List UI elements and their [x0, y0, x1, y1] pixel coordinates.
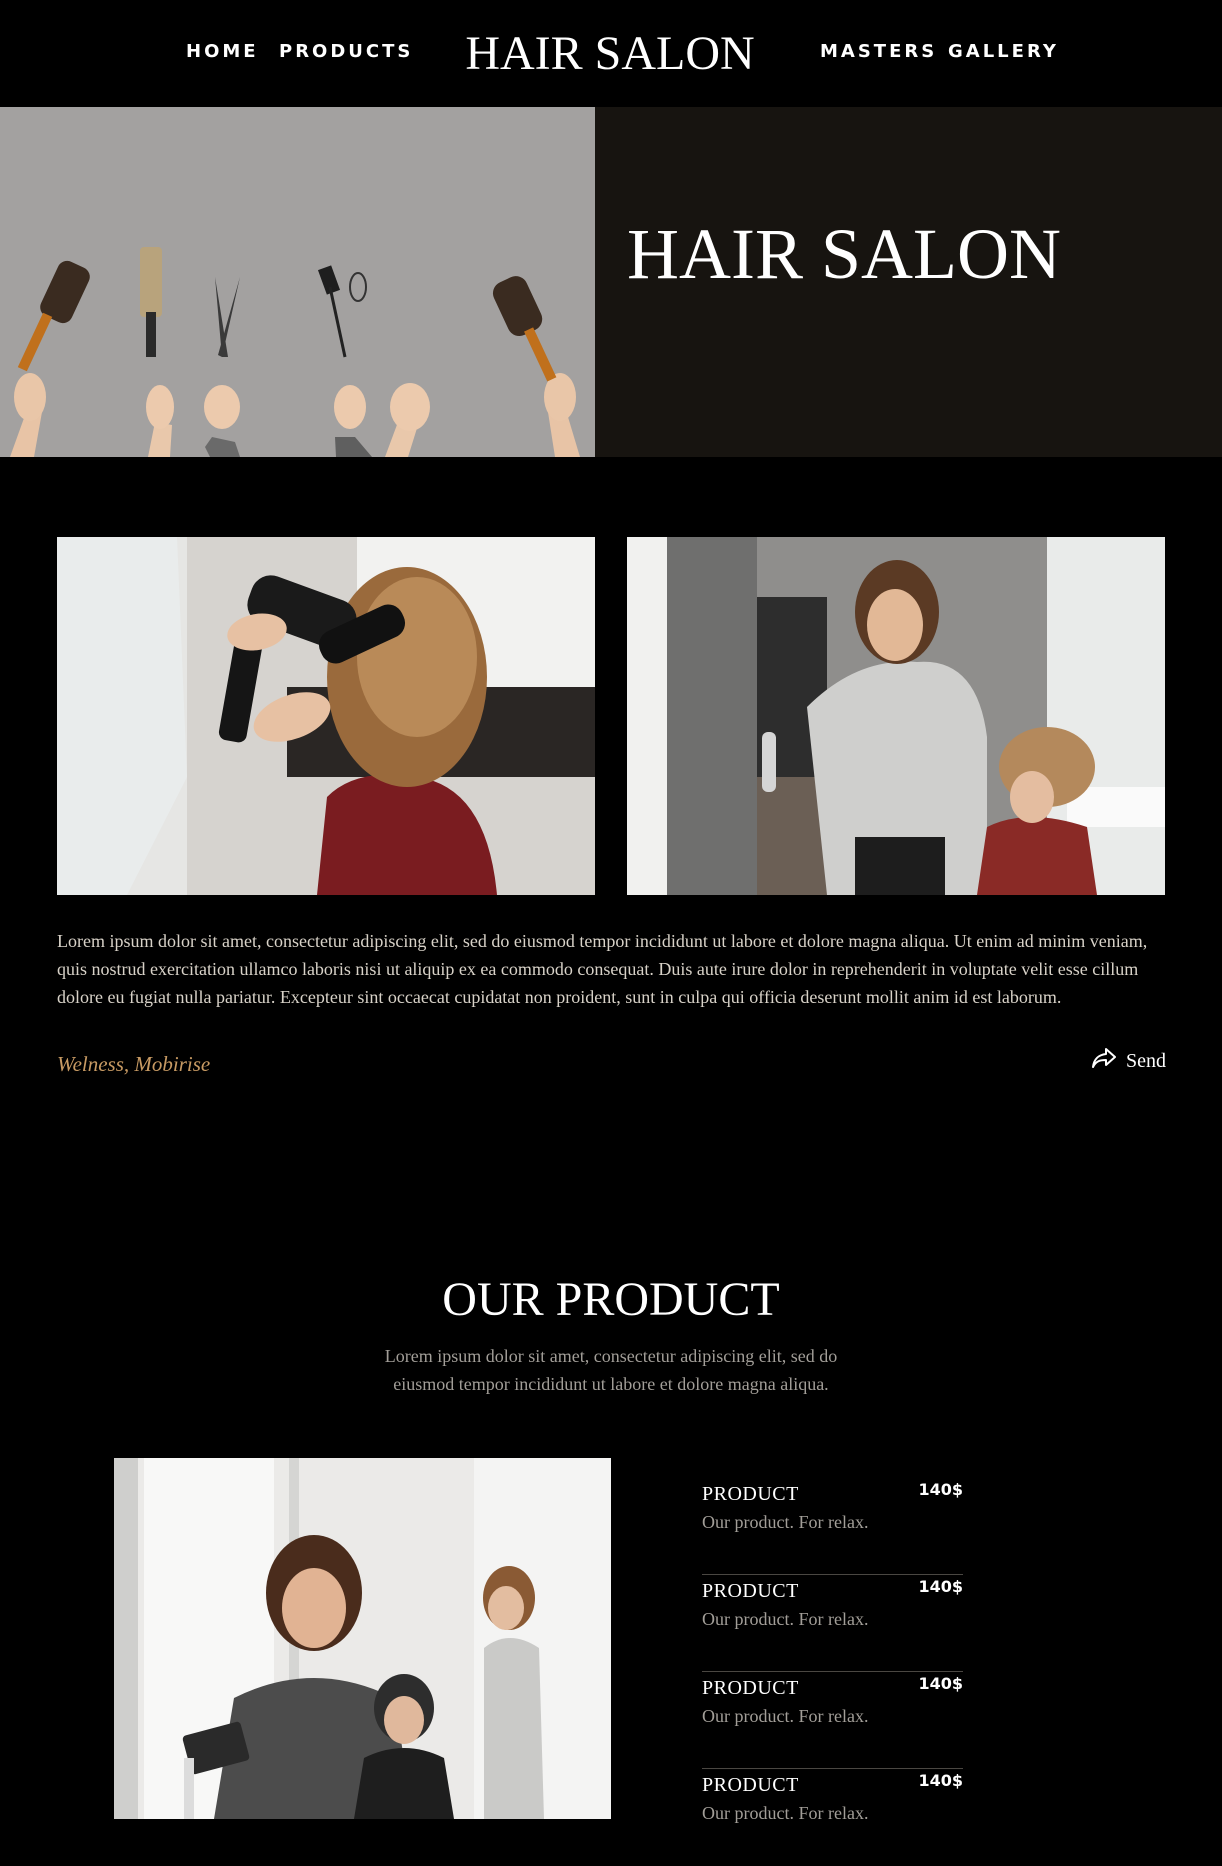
nav-link-home[interactable]: HOME	[186, 41, 259, 62]
product-price: 140$	[918, 1577, 963, 1596]
send-button[interactable]: Send	[1092, 1048, 1166, 1074]
nav-link-gallery[interactable]: GALLERY	[948, 41, 1059, 62]
product-price: 140$	[918, 1674, 963, 1693]
product-name: PRODUCT	[702, 1580, 799, 1602]
send-label: Send	[1126, 1049, 1166, 1072]
nav-link-masters[interactable]: MASTERS	[820, 41, 937, 62]
product-name: PRODUCT	[702, 1677, 799, 1699]
top-navbar: HOME PRODUCTS HAIR SALON MASTERS GALLERY	[0, 0, 1222, 107]
product-item[interactable]: PRODUCT 140$ Our product. For relax.	[702, 1575, 963, 1672]
product-list: PRODUCT 140$ Our product. For relax. PRO…	[702, 1478, 963, 1866]
nav-link-products[interactable]: PRODUCTS	[279, 41, 413, 62]
section-subtitle: Lorem ipsum dolor sit amet, consectetur …	[384, 1346, 838, 1394]
product-name: PRODUCT	[702, 1483, 799, 1505]
product-price: 140$	[918, 1771, 963, 1790]
product-item[interactable]: PRODUCT 140$ Our product. For relax.	[702, 1478, 963, 1575]
product-description: Our product. For relax.	[702, 1609, 869, 1629]
product-description: Our product. For relax.	[702, 1706, 869, 1726]
blow-dry-photo	[57, 537, 595, 895]
product-name: PRODUCT	[702, 1774, 799, 1796]
article-tags: Welness, Mobirise	[57, 1052, 211, 1076]
styling-photo	[627, 537, 1165, 895]
hero-section: HAIR SALON	[0, 107, 1222, 457]
section-title: OUR PRODUCT	[442, 1273, 780, 1326]
product-price: 140$	[918, 1480, 963, 1499]
brand-logo[interactable]: HAIR SALON	[440, 26, 780, 81]
product-description: Our product. For relax.	[702, 1512, 869, 1532]
product-item[interactable]: PRODUCT 140$ Our product. For relax.	[702, 1769, 963, 1866]
product-image	[114, 1458, 611, 1819]
hero-panel: HAIR SALON	[595, 107, 1222, 457]
hero-title: HAIR SALON	[627, 214, 1062, 294]
product-description: Our product. For relax.	[702, 1803, 869, 1823]
share-arrow-icon	[1092, 1048, 1116, 1074]
hero-image	[0, 107, 595, 457]
article-text: Lorem ipsum dolor sit amet, consectetur …	[57, 931, 1148, 1007]
product-item[interactable]: PRODUCT 140$ Our product. For relax.	[702, 1672, 963, 1769]
